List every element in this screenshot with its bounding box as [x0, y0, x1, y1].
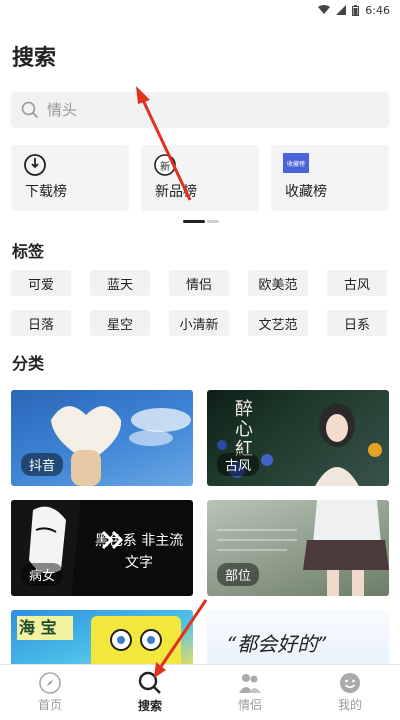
- ranking-new-card[interactable]: 新 新品榜: [141, 145, 259, 211]
- tab-label: 搜索: [137, 699, 162, 713]
- clock-download-icon: [24, 154, 46, 176]
- couple-icon: [239, 674, 261, 693]
- tab-label: 首页: [37, 698, 62, 712]
- tag-list: 可爱 蓝天 情侣 欧美范 古风 日落 星空 小清新 文艺范 日系: [11, 270, 389, 336]
- tab-couple[interactable]: 情侣: [200, 665, 300, 720]
- new-badge-text: 新: [160, 162, 170, 173]
- bottom-tab-bar: 首页 搜索 情侣 我的: [0, 664, 400, 720]
- search-icon: [21, 101, 39, 119]
- search-icon: [138, 671, 161, 694]
- category-card-gufeng[interactable]: 醉心紅 古风: [207, 390, 389, 486]
- compass-icon: [39, 672, 61, 694]
- tag-item[interactable]: 情侣: [169, 270, 229, 296]
- status-bar: 6:46: [0, 0, 400, 20]
- signal-icon: [336, 5, 347, 15]
- ranking-collection-label: 收藏榜: [285, 184, 327, 200]
- category-overlay-text: 海 宝: [17, 616, 73, 640]
- tags-section-title: 标签: [12, 242, 45, 261]
- tag-item[interactable]: 蓝天: [90, 270, 150, 296]
- category-label: 部位: [217, 563, 260, 586]
- indicator-inactive: [207, 220, 219, 223]
- category-overlay-text: 醉心紅: [235, 399, 253, 460]
- ranking-download-card[interactable]: 下载榜: [11, 145, 129, 211]
- smiley-icon: [340, 673, 360, 693]
- status-time: 6:46: [365, 3, 390, 17]
- categories-section-title: 分类: [12, 354, 45, 373]
- tag-item[interactable]: 小清新: [169, 310, 229, 336]
- tab-label: 情侣: [237, 698, 262, 712]
- search-bar[interactable]: [11, 92, 389, 128]
- wifi-icon: [318, 5, 331, 14]
- carousel-indicator: [183, 220, 219, 223]
- category-overlay-text: “都会好的”: [227, 632, 328, 656]
- category-label: 抖音: [21, 453, 64, 476]
- category-label: 古风: [217, 453, 260, 476]
- collection-thumb-text: 收藏榜: [286, 160, 305, 168]
- category-overlay-text: 黑色系 非主流文字: [94, 533, 184, 571]
- search-input[interactable]: [47, 101, 347, 119]
- category-card-douyin[interactable]: 抖音: [11, 390, 193, 486]
- tag-item[interactable]: 欧美范: [248, 270, 308, 296]
- page-title: 搜索: [12, 46, 57, 71]
- collection-thumb-icon: 收藏榜: [283, 153, 309, 173]
- battery-icon: [352, 4, 360, 16]
- ranking-download-label: 下载榜: [25, 184, 67, 200]
- tag-item[interactable]: 古风: [327, 270, 387, 296]
- category-card-spongebob[interactable]: 海 宝: [11, 610, 193, 670]
- tab-home[interactable]: 首页: [0, 665, 100, 720]
- tag-item[interactable]: 星空: [90, 310, 150, 336]
- tab-label: 我的: [337, 698, 362, 712]
- ranking-cards: 下载榜 新 新品榜 收藏榜 收藏榜: [11, 145, 389, 211]
- tag-item[interactable]: 可爱: [11, 270, 71, 296]
- indicator-active: [183, 220, 205, 223]
- tab-profile[interactable]: 我的: [300, 665, 400, 720]
- tab-search[interactable]: 搜索: [100, 665, 200, 720]
- category-card-buwei[interactable]: 部位: [207, 500, 389, 596]
- category-label: 病女: [21, 563, 64, 586]
- category-card-text[interactable]: “都会好的”: [207, 610, 389, 670]
- category-card-bingnv[interactable]: 黑色系 非主流文字 病女: [11, 500, 193, 596]
- ranking-new-label: 新品榜: [155, 184, 197, 200]
- ranking-collection-card[interactable]: 收藏榜 收藏榜: [271, 145, 389, 211]
- category-grid: 抖音 醉心紅 古风 黑色系 非主流文字 病女 部位 海 宝 “都会好的”: [11, 390, 389, 670]
- tag-item[interactable]: 日落: [11, 310, 71, 336]
- tag-item[interactable]: 日系: [327, 310, 387, 336]
- tag-item[interactable]: 文艺范: [248, 310, 308, 336]
